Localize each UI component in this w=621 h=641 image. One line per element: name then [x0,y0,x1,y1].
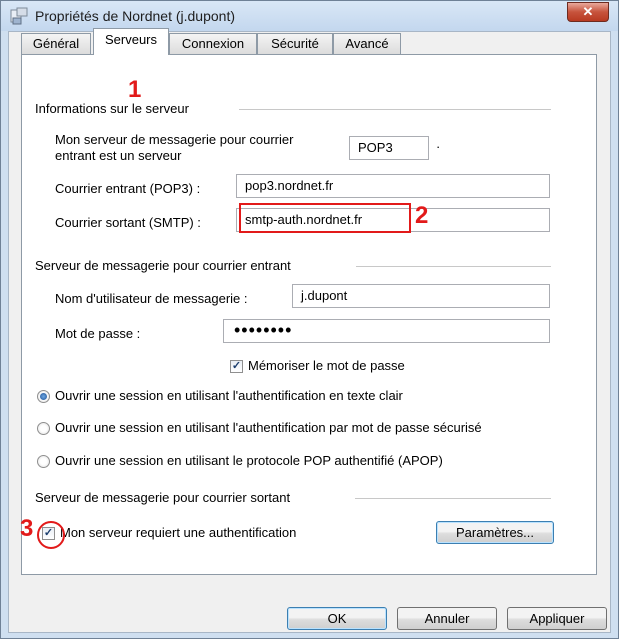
tab-label: Général [32,36,80,51]
close-button[interactable]: ✕ [567,2,609,22]
requires-auth-label: Mon serveur requiert une authentificatio… [60,525,297,540]
tab-label: Serveurs [104,32,158,47]
tab-label: Connexion [181,36,245,51]
tab-servers[interactable]: Serveurs [93,28,169,55]
incoming-server-input[interactable]: pop3.nordnet.fr [236,174,550,198]
username-input[interactable]: j.dupont [292,284,550,308]
servers-tab-panel: Informations sur le serveur Mon serveur … [21,54,597,575]
annotation-number-1: 1 [128,76,142,103]
auth-apop-label: Ouvrir une session en utilisant le proto… [55,453,443,468]
auth-cleartext-radio[interactable] [37,390,50,403]
incoming-type-label-line1: Mon serveur de messagerie pour courrier [55,132,294,147]
incoming-type-label-line2: entrant est un serveur [55,148,182,163]
incoming-server-label: Courrier entrant (POP3) : [55,181,201,196]
annotation-highlight-circle [37,521,65,549]
section-divider [355,498,551,499]
auth-spa-radio[interactable] [37,422,50,435]
close-icon: ✕ [582,4,594,19]
auth-cleartext-label: Ouvrir une session en utilisant l'authen… [55,388,403,403]
annotation-number-3: 3 [20,515,34,542]
apply-button[interactable]: Appliquer [507,607,607,630]
tab-label: Sécurité [271,36,319,51]
section-divider [239,109,551,110]
tab-connection[interactable]: Connexion [169,33,257,54]
window-title: Propriétés de Nordnet (j.dupont) [35,8,235,24]
password-input[interactable]: •••••••• [223,319,550,343]
tab-general[interactable]: Général [21,33,91,54]
section-title-incoming: Serveur de messagerie pour courrier entr… [35,258,291,273]
annotation-highlight-box [239,203,411,233]
title-bar[interactable]: Propriétés de Nordnet (j.dupont) ✕ [1,1,618,31]
incoming-server-type: POP3 [349,136,429,160]
remember-password-checkbox[interactable]: ✓ [230,360,243,373]
auth-apop-radio[interactable] [37,455,50,468]
section-title-server-info: Informations sur le serveur [35,101,189,116]
tab-label: Avancé [345,36,389,51]
tab-advanced[interactable]: Avancé [333,33,401,54]
section-divider [356,266,551,267]
password-label: Mot de passe : [55,326,141,341]
dot-marker: · [436,139,441,154]
annotation-number-2: 2 [415,202,429,229]
tab-security[interactable]: Sécurité [257,33,333,54]
outgoing-server-label: Courrier sortant (SMTP) : [55,215,201,230]
ok-button[interactable]: OK [287,607,387,630]
section-title-outgoing: Serveur de messagerie pour courrier sort… [35,490,291,505]
auth-spa-label: Ouvrir une session en utilisant l'authen… [55,420,482,435]
check-icon: ✓ [231,360,242,372]
properties-dialog: Propriétés de Nordnet (j.dupont) ✕ Génér… [0,0,619,639]
username-label: Nom d'utilisateur de messagerie : [55,291,248,306]
settings-button[interactable]: Paramètres... [436,521,554,544]
cancel-button[interactable]: Annuler [397,607,497,630]
remember-password-label: Mémoriser le mot de passe [248,358,405,373]
account-icon [10,7,28,25]
